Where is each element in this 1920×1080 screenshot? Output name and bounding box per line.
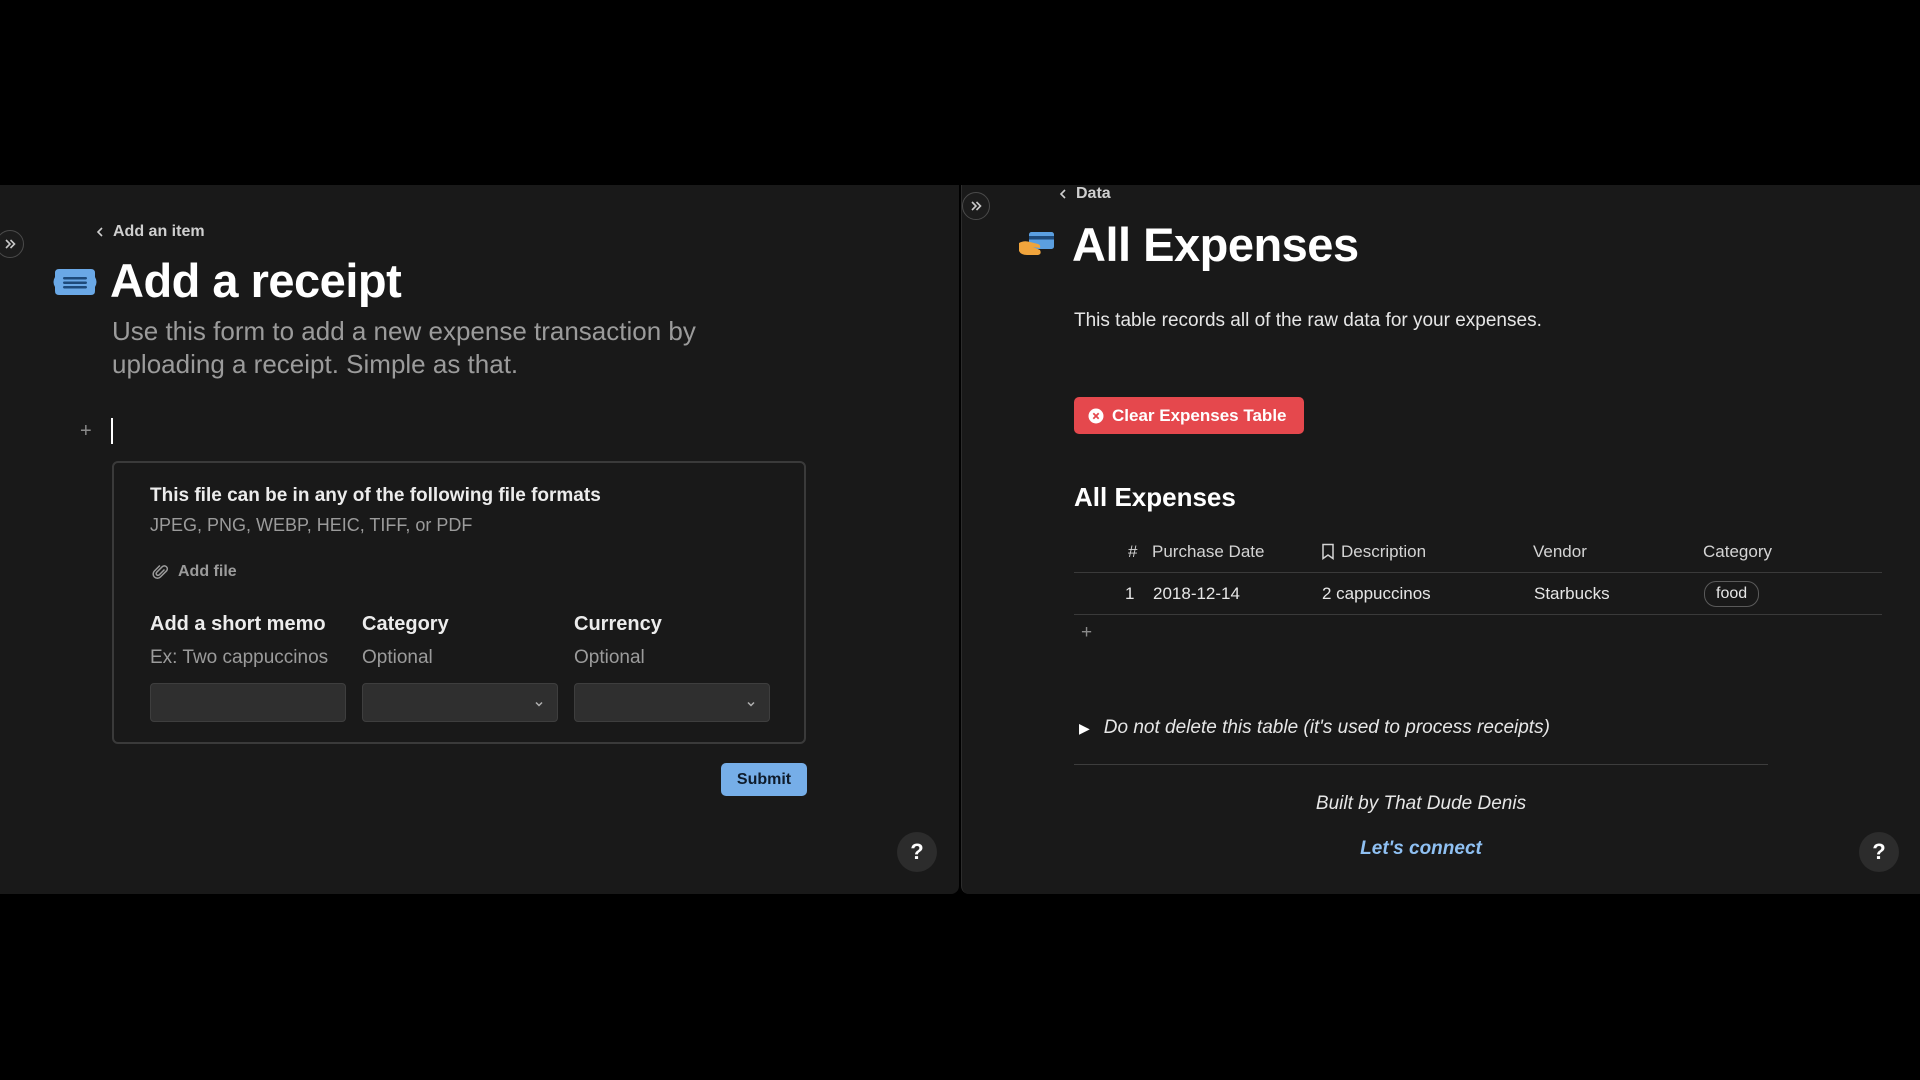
expand-sidebar-button[interactable] [0,230,24,258]
receipt-form: This file can be in any of the following… [112,461,806,744]
chevron-down-icon [535,701,543,707]
clear-expenses-label: Clear Expenses Table [1112,405,1287,425]
page-title: Add a receipt [110,254,402,307]
description-cell[interactable]: 2 cappuccinos [1322,584,1431,604]
paperclip-icon [152,564,169,579]
add-row-button[interactable]: + [1081,622,1092,644]
breadcrumb[interactable]: Data [1058,185,1111,203]
expand-sidebar-button[interactable] [962,192,990,220]
memo-field: Add a short memo Ex: Two cappuccinos [150,613,346,722]
text-cursor [111,418,113,444]
receipt-icon [53,269,97,295]
page-subtitle: Use this form to add a new expense trans… [112,316,696,379]
column-header-purchase-date[interactable]: Purchase Date [1152,542,1264,562]
connect-link[interactable]: Let's connect [1074,838,1768,860]
add-file-label: Add file [178,563,237,580]
toggle-block[interactable]: ▶ Do not delete this table (it's used to… [1079,717,1550,739]
vendor-cell[interactable]: Starbucks [1534,584,1610,604]
column-header-vendor[interactable]: Vendor [1533,542,1587,562]
built-by-text: Built by That Dude Denis [1315,793,1527,814]
add-file-button[interactable]: Add file [152,563,237,581]
currency-label: Currency [574,613,662,635]
double-chevron-right-icon [5,239,16,249]
currency-hint: Optional [574,647,645,668]
table-row[interactable]: 1 2018-12-14 2 cappuccinos Starbucks foo… [1074,573,1882,615]
category-hint: Optional [362,647,433,668]
breadcrumb[interactable]: Add an item [95,223,205,241]
chevron-left-icon [1059,189,1066,199]
currency-field: Currency Optional [574,613,770,722]
credit-card-hand-icon [1019,232,1054,255]
category-cell[interactable]: food [1704,580,1760,607]
help-button[interactable]: ? [1859,832,1899,872]
table-description: This table records all of the raw data f… [1074,310,1542,331]
file-formats-heading: This file can be in any of the following… [150,485,601,506]
category-label: Category [362,613,449,635]
bookmark-icon [1322,543,1334,560]
left-pane: Add an item Add a receipt Use this form … [0,185,959,894]
column-header-number[interactable]: # [1128,542,1137,562]
category-field: Category Optional [362,613,558,722]
x-circle-icon [1088,408,1104,423]
file-formats-list: JPEG, PNG, WEBP, HEIC, TIFF, or PDF [150,515,473,535]
row-number: 1 [1125,583,1135,603]
category-select[interactable] [362,683,558,722]
column-header-description-label: Description [1341,541,1427,561]
column-header-description[interactable]: Description [1321,542,1426,562]
breadcrumb-label: Add an item [113,223,205,240]
double-chevron-right-icon [971,201,982,211]
category-tag: food [1704,580,1760,607]
triangle-right-icon: ▶ [1079,719,1090,736]
toggle-label: Do not delete this table (it's used to p… [1103,717,1550,738]
chevron-down-icon [747,701,755,707]
add-block-button[interactable]: + [80,420,92,443]
help-button[interactable]: ? [897,832,937,872]
table-header: # Purchase Date Description Vendor Categ… [1074,531,1882,573]
breadcrumb-label: Data [1076,185,1111,202]
column-header-category[interactable]: Category [1703,542,1772,562]
section-title: All Expenses [1074,482,1236,512]
divider [1074,764,1768,765]
expenses-table: # Purchase Date Description Vendor Categ… [1074,531,1882,615]
submit-button[interactable]: Submit [721,763,807,796]
chevron-left-icon [96,227,103,237]
right-pane: Data All Expenses This table records all… [961,185,1920,894]
memo-label: Add a short memo [150,613,326,635]
memo-input[interactable] [150,683,346,722]
currency-select[interactable] [574,683,770,722]
purchase-date-cell[interactable]: 2018-12-14 [1153,584,1240,604]
page-title: All Expenses [1072,218,1359,271]
clear-expenses-button[interactable]: Clear Expenses Table [1074,397,1304,434]
memo-hint: Ex: Two cappuccinos [150,647,329,668]
